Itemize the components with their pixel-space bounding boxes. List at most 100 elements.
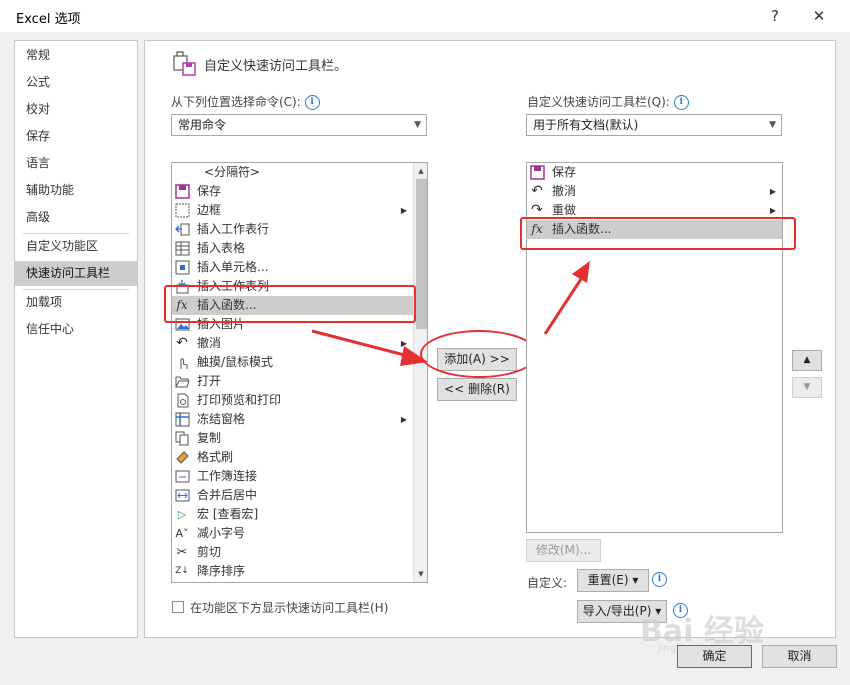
customizations-label: 自定义: [527,576,568,590]
modify-button[interactable]: 修改(M)... [526,539,601,562]
show-below-ribbon-checkbox[interactable] [172,601,184,613]
choose-commands-value: 常用命令 [178,118,227,132]
nav-item-general[interactable]: 常规 [15,43,137,68]
merge-center-icon [174,488,190,503]
page-title: 自定义快速访问工具栏。 [204,59,348,74]
print-preview-icon [174,393,190,408]
commands-list[interactable]: <分隔符> 保存 边框 ▶ 插入工作表行 插入表格 插入单元格... 插入工作表… [171,162,428,583]
close-button[interactable]: ✕ [806,3,832,29]
move-up-button[interactable]: ▲ [792,350,822,371]
list-item[interactable]: 插入单元格... [172,258,427,277]
list-item-label: 减小字号 [197,526,246,540]
nav-item-save[interactable]: 保存 [15,124,137,149]
list-item-label: <分隔符> [204,165,261,179]
list-item-label: 工作簿连接 [197,469,258,483]
border-icon [174,203,190,218]
customize-toolbar-value: 用于所有文档(默认) [533,118,639,132]
list-item[interactable]: A˅ 减小字号 [172,524,427,543]
info-icon[interactable]: i [673,95,689,110]
nav-item-trust-center[interactable]: 信任中心 [15,317,137,342]
list-item[interactable]: 边框 ▶ [172,201,427,220]
list-item-label: 剪切 [197,545,222,559]
list-item-label: 打印预览和打印 [197,393,282,407]
nav-item-proofing[interactable]: 校对 [15,97,137,122]
list-item[interactable]: 插入表格 [172,239,427,258]
list-item-label: 降序排序 [197,564,246,578]
list-item[interactable]: ✂ 剪切 [172,543,427,562]
arrow-down-icon: ▼ [803,382,811,392]
list-item-label: 保存 [197,184,222,198]
customize-toolbar-text: 自定义快速访问工具栏(Q): [527,95,670,109]
list-item-label: 宏 [查看宏] [197,507,259,521]
insert-row-icon [174,222,190,237]
nav-item-advanced[interactable]: 高级 [15,205,137,230]
help-button[interactable]: ? [762,3,788,29]
list-item[interactable]: 合并后居中 [172,486,427,505]
scrollbar-thumb[interactable] [416,179,427,329]
save-icon [529,165,545,180]
list-item[interactable]: 触摸/鼠标模式 ▶ [172,353,427,372]
choose-commands-label: 从下列位置选择命令(C): i [171,93,320,110]
touch-mode-icon [174,355,190,370]
macro-icon: ▷ [177,508,187,521]
list-item-label: 触摸/鼠标模式 [197,355,274,369]
move-down-button[interactable]: ▼ [792,377,822,398]
list-item[interactable]: 格式刷 [172,448,427,467]
list-item-label: 保存 [552,165,577,179]
list-item[interactable]: ↶ 撤消 ▶ [172,334,427,353]
undo-icon: ↶ [531,183,543,199]
chevron-down-icon: ▼ [414,120,421,130]
ok-button[interactable]: 确定 [677,645,752,668]
cancel-button[interactable]: 取消 [762,645,837,668]
submenu-arrow-icon: ▶ [769,187,776,196]
title-bar: Excel 选项 ? ✕ [0,0,850,32]
nav-item-language[interactable]: 语言 [15,151,137,176]
list-item-label: 插入表格 [197,241,246,255]
nav-item-formulas[interactable]: 公式 [15,70,137,95]
list-item[interactable]: 冻结窗格 ▶ [172,410,427,429]
commands-scrollbar[interactable]: ▲ ▼ [413,163,427,582]
quick-access-toolbar-icon [171,48,197,78]
arrow-up-icon: ▲ [803,355,811,365]
scroll-down-icon[interactable]: ▼ [414,567,427,581]
list-item[interactable]: <分隔符> [172,163,427,182]
submenu-arrow-icon: ▶ [400,358,407,367]
list-item[interactable]: ▷ 宏 [查看宏] [172,505,427,524]
highlight-box-right [520,217,796,250]
nav-item-add-ins[interactable]: 加载项 [15,290,137,315]
customize-toolbar-dropdown[interactable]: 用于所有文档(默认) ▼ [526,114,782,136]
reset-button[interactable]: 重置(E) ▾ [577,569,649,592]
remove-button[interactable]: << 删除(R) [437,378,517,401]
list-item[interactable]: 保存 [172,182,427,201]
list-item-label: 合并后居中 [197,488,258,502]
info-icon[interactable]: i [652,572,667,587]
submenu-arrow-icon: ▶ [400,415,407,424]
highlight-box-left [164,285,416,323]
cut-icon: ✂ [176,545,188,560]
scroll-up-icon[interactable]: ▲ [414,164,427,178]
nav-item-accessibility[interactable]: 辅助功能 [15,178,137,203]
undo-icon: ↶ [176,335,188,351]
list-item[interactable]: ↶ 撤消 ▶ [527,182,782,201]
nav-item-customize-ribbon[interactable]: 自定义功能区 [15,234,137,259]
list-item[interactable]: 打印预览和打印 [172,391,427,410]
copy-icon [174,431,190,446]
list-item[interactable]: Z↓ 降序排序 [172,562,427,581]
open-icon [174,374,190,389]
freeze-panes-icon [174,412,190,427]
show-below-ribbon-label: 在功能区下方显示快速访问工具栏(H) [190,601,389,615]
chevron-down-icon: ▼ [769,120,776,130]
list-item[interactable]: 保存 [527,163,782,182]
list-item-label: 打开 [197,374,222,388]
info-icon[interactable]: i [304,95,320,110]
list-item[interactable]: 复制 [172,429,427,448]
list-item-label: 插入单元格... [197,260,269,274]
choose-commands-dropdown[interactable]: 常用命令 ▼ [171,114,427,136]
list-item[interactable]: 插入工作表行 [172,220,427,239]
list-item[interactable]: 工作簿连接 [172,467,427,486]
connections-icon [174,469,190,484]
nav-item-quick-access-toolbar[interactable]: 快速访问工具栏 [15,261,137,286]
format-painter-icon [174,450,190,465]
save-icon [174,184,190,199]
list-item[interactable]: 打开 [172,372,427,391]
